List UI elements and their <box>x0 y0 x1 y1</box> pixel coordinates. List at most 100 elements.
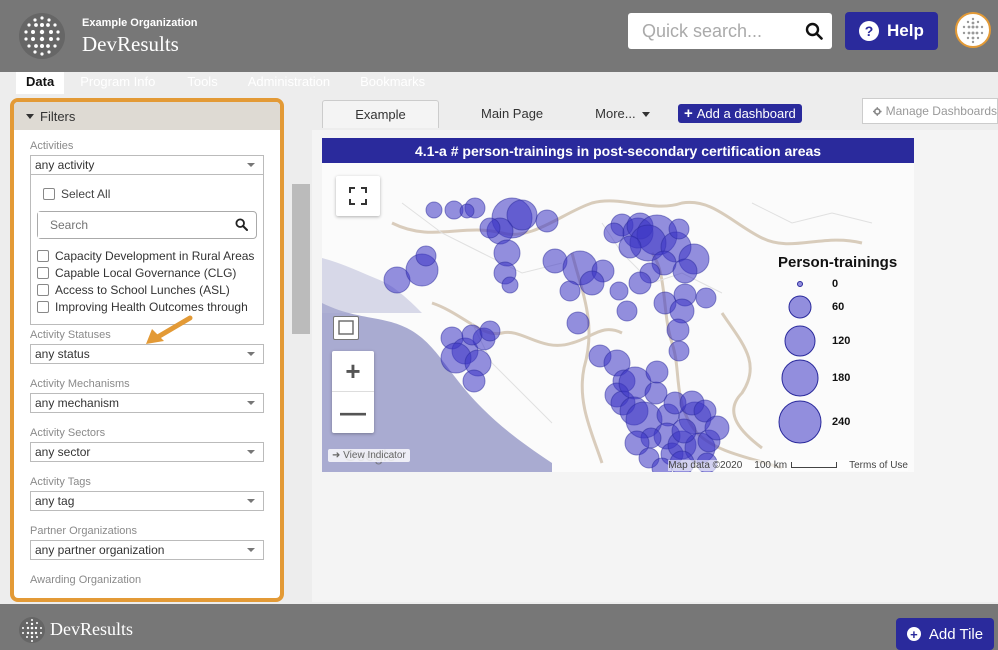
data-bubble[interactable] <box>479 217 501 239</box>
main-nav: Data Program Info Tools Administration B… <box>0 72 441 94</box>
fullscreen-icon <box>349 187 367 205</box>
tags-value: any tag <box>35 494 75 508</box>
dashboard-tab-more[interactable]: More... <box>595 100 650 128</box>
data-bubble[interactable] <box>666 318 690 342</box>
data-bubble[interactable] <box>479 320 501 342</box>
statuses-select[interactable]: any status <box>30 344 264 364</box>
sectors-select[interactable]: any sector <box>30 442 264 462</box>
activity-search[interactable] <box>37 211 257 239</box>
view-indicator-button[interactable]: ➜ View Indicator <box>328 449 410 462</box>
activity-checkbox[interactable] <box>37 249 49 262</box>
select-all-option[interactable]: Select All <box>37 185 257 203</box>
legend-label: 240 <box>832 416 851 428</box>
expand-icon <box>338 320 354 335</box>
help-icon: ? <box>859 21 879 41</box>
terms-link[interactable]: Terms of Use <box>849 460 908 471</box>
data-bubble[interactable] <box>459 203 475 219</box>
chevron-down-icon <box>247 352 255 356</box>
select-all-label: Select All <box>61 187 111 201</box>
mechanisms-select[interactable]: any mechanism <box>30 393 264 413</box>
data-bubble[interactable] <box>704 415 730 441</box>
quick-search-input[interactable] <box>628 13 788 49</box>
activity-option[interactable]: Access to School Lunches (ASL) <box>37 281 257 298</box>
help-button[interactable]: ? Help <box>845 12 938 50</box>
mechanisms-label: Activity Mechanisms <box>30 378 130 390</box>
map-scale: 100 km <box>754 460 838 471</box>
nav-tab-bookmarks[interactable]: Bookmarks <box>344 72 441 94</box>
partners-select[interactable]: any partner organization <box>30 540 264 560</box>
zoom-in-button[interactable]: + <box>332 351 374 392</box>
data-bubble[interactable] <box>462 369 486 393</box>
footer-app-name: DevResults <box>50 619 133 639</box>
legend-title: Person-trainings <box>778 254 898 271</box>
data-bubble[interactable] <box>671 418 697 444</box>
map-legend: Person-trainings 0 60 120 180 240 <box>778 254 908 444</box>
chevron-down-icon <box>247 401 255 405</box>
panel-scrollbar[interactable] <box>292 184 310 334</box>
data-bubble[interactable] <box>535 209 559 233</box>
nav-tab-administration[interactable]: Administration <box>234 72 344 94</box>
data-bubble[interactable] <box>559 280 581 302</box>
activities-dropdown: Select All Capacity Development in Rural… <box>30 175 264 325</box>
devresults-globe-icon[interactable] <box>18 12 66 60</box>
arrow-right-icon: ➜ <box>332 450 341 461</box>
data-bubble[interactable] <box>609 281 629 301</box>
activity-option[interactable]: Improving Health Outcomes through <box>37 298 257 315</box>
tags-select[interactable]: any tag <box>30 491 264 511</box>
activity-option-label: Capacity Development in Rural Areas <box>55 248 255 263</box>
data-bubble[interactable] <box>461 324 483 346</box>
dashboard-tab-main-page[interactable]: Main Page <box>481 100 543 128</box>
data-bubble[interactable] <box>668 218 690 240</box>
quick-search[interactable] <box>628 13 832 49</box>
dashboard-tab-example[interactable]: Example <box>322 100 439 128</box>
manage-dashboards-label: Manage Dashboards <box>885 104 997 118</box>
nav-tab-data[interactable]: Data <box>16 72 65 94</box>
caret-down-icon <box>641 112 650 117</box>
plus-icon: + <box>684 105 693 122</box>
data-bubble[interactable] <box>695 287 717 309</box>
zoom-control: + — <box>332 351 374 433</box>
add-tile-label: Add Tile <box>928 625 984 643</box>
map-attribution: Map data ©2020 100 km Terms of Use <box>668 460 908 471</box>
filter-panel: Filters Activities any activity Select A… <box>10 98 284 602</box>
data-bubble[interactable] <box>566 311 590 335</box>
gear-icon <box>873 106 882 116</box>
filters-header[interactable]: Filters <box>14 102 280 130</box>
activity-search-input[interactable] <box>38 212 208 238</box>
scale-bar <box>791 462 838 468</box>
devresults-globe-icon <box>19 617 45 643</box>
data-bubble[interactable] <box>628 271 652 295</box>
tags-label: Activity Tags <box>30 476 91 488</box>
add-tile-button[interactable]: + Add Tile <box>896 618 994 650</box>
add-dashboard-button[interactable]: + Add a dashboard <box>678 104 802 123</box>
nav-tab-program-info[interactable]: Program Info <box>64 72 171 94</box>
activity-checkbox[interactable] <box>37 300 49 313</box>
activity-option[interactable]: Capable Local Governance (CLG) <box>37 264 257 281</box>
nav-tab-tools[interactable]: Tools <box>171 72 233 94</box>
data-bubble[interactable] <box>425 201 443 219</box>
sectors-label: Activity Sectors <box>30 427 106 439</box>
awarding-label: Awarding Organization <box>30 574 142 586</box>
map-frame-toggle[interactable] <box>333 316 359 340</box>
chevron-down-icon <box>247 548 255 552</box>
map-tile: 4.1-a # person-trainings in post-seconda… <box>322 138 914 472</box>
fullscreen-button[interactable] <box>336 176 380 216</box>
activity-checkbox[interactable] <box>37 266 49 279</box>
data-bubble[interactable] <box>579 270 605 296</box>
data-bubble[interactable] <box>501 276 519 294</box>
activities-select[interactable]: any activity <box>30 155 264 175</box>
data-bubble[interactable] <box>672 258 698 284</box>
activity-checkbox[interactable] <box>37 283 49 296</box>
data-bubble[interactable] <box>644 381 668 405</box>
data-bubble[interactable] <box>616 300 638 322</box>
data-bubble[interactable] <box>645 360 669 384</box>
search-icon[interactable] <box>805 22 823 40</box>
manage-dashboards-button[interactable]: Manage Dashboards <box>862 98 998 124</box>
select-all-checkbox[interactable] <box>43 188 55 200</box>
data-bubble[interactable] <box>618 235 642 259</box>
activity-option[interactable]: Capacity Development in Rural Areas <box>37 247 257 264</box>
zoom-out-button[interactable]: — <box>332 392 374 433</box>
data-bubble[interactable] <box>415 245 437 267</box>
data-bubble[interactable] <box>668 340 690 362</box>
user-avatar[interactable] <box>955 12 991 48</box>
